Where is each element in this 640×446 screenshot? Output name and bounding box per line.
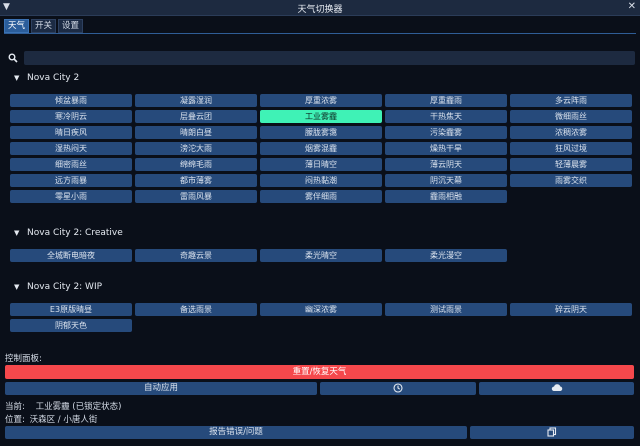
- weather-button[interactable]: 凝露湿润: [135, 94, 257, 107]
- weather-button[interactable]: 雷雨风暴: [135, 190, 257, 203]
- weather-button[interactable]: 细密雨丝: [10, 158, 132, 171]
- copy-button[interactable]: [470, 426, 634, 439]
- weather-button[interactable]: 雾伴细雨: [260, 190, 382, 203]
- group-header-creative[interactable]: ▼ Nova City 2: Creative: [14, 227, 123, 239]
- expand-arrow-icon: ▼: [14, 229, 20, 237]
- weather-button[interactable]: 霾雨相融: [385, 190, 507, 203]
- group-header-wip[interactable]: ▼ Nova City 2: WIP: [14, 281, 102, 293]
- reset-weather-button[interactable]: 重置/恢复天气: [5, 365, 634, 379]
- location-label: 位置:: [5, 415, 25, 425]
- current-label: 当前:: [5, 402, 25, 412]
- weather-button[interactable]: 厚重霾雨: [385, 94, 507, 107]
- auto-apply-button[interactable]: 自动应用: [5, 382, 317, 395]
- location-line: 位置: 沃森区 / 小唐人街: [5, 413, 97, 425]
- weather-grid-wip: E3原版晴昼 备选雨景 幽深浓雾 测试雨景 碎云阴天阴郁天色: [10, 303, 634, 332]
- window-title: 天气切换器: [297, 5, 343, 15]
- weather-button[interactable]: E3原版晴昼: [10, 303, 132, 316]
- weather-button[interactable]: 多云阵雨: [510, 94, 632, 107]
- weather-button[interactable]: 晴朗白昼: [135, 126, 257, 139]
- copy-icon: [547, 426, 557, 437]
- weather-button[interactable]: 厚重浓雾: [260, 94, 382, 107]
- group-title: Nova City 2: Creative: [27, 228, 123, 238]
- group-title: Nova City 2: [27, 73, 80, 83]
- weather-button[interactable]: 狂风过境: [510, 142, 632, 155]
- control-panel-label: 控制面板:: [5, 354, 42, 364]
- weather-button[interactable]: 湿热闷天: [10, 142, 132, 155]
- weather-button[interactable]: 雨雾交织: [510, 174, 632, 187]
- weather-button[interactable]: 烟雾混霾: [260, 142, 382, 155]
- weather-button[interactable]: 晴日疾风: [10, 126, 132, 139]
- weather-button[interactable]: 倾盆暴雨: [10, 94, 132, 107]
- report-bug-button[interactable]: 报告错误/问题: [5, 426, 467, 439]
- weather-button[interactable]: 干热焦天: [385, 110, 507, 123]
- weather-cloud-button[interactable]: [479, 382, 634, 395]
- weather-button[interactable]: 滂沱大雨: [135, 142, 257, 155]
- weather-button[interactable]: 全城断电暗夜: [10, 249, 132, 262]
- expand-arrow-icon: ▼: [14, 74, 20, 82]
- weather-button[interactable]: 零星小雨: [10, 190, 132, 203]
- weather-button[interactable]: 幽深浓雾: [260, 303, 382, 316]
- weather-button[interactable]: 奇趣云景: [135, 249, 257, 262]
- weather-button[interactable]: 闷热黏潮: [260, 174, 382, 187]
- weather-button[interactable]: 微细雨丝: [510, 110, 632, 123]
- weather-button[interactable]: 寒冷阴云: [10, 110, 132, 123]
- weather-grid-nova-city-2: 倾盆暴雨 凝露湿润 厚重浓雾 厚重霾雨 多云阵雨寒冷阴云 层叠云团 工业雾霾 干热焦天 微细雨丝…: [10, 94, 634, 203]
- tab-bar: 天气 开关 设置: [4, 19, 84, 33]
- clock-icon: [393, 382, 403, 393]
- weather-button[interactable]: 浓稠浓雾: [510, 126, 632, 139]
- current-weather-line: 当前: 工业雾霾 (已锁定状态): [5, 400, 121, 412]
- weather-button[interactable]: 测试雨景: [385, 303, 507, 316]
- weather-button[interactable]: 都市薄雾: [135, 174, 257, 187]
- weather-button[interactable]: 工业雾霾: [260, 110, 382, 123]
- weather-button[interactable]: 远方雨暴: [10, 174, 132, 187]
- close-icon[interactable]: ✕: [628, 1, 636, 12]
- weather-button[interactable]: 阴郁天色: [10, 319, 132, 332]
- weather-button[interactable]: 备选雨景: [135, 303, 257, 316]
- tab-settings[interactable]: 设置: [58, 19, 84, 33]
- weather-button[interactable]: 朦胧雾霭: [260, 126, 382, 139]
- time-button[interactable]: [320, 382, 476, 395]
- weather-button[interactable]: 柔光漫空: [385, 249, 507, 262]
- weather-button[interactable]: 柔光晴空: [260, 249, 382, 262]
- window-titlebar[interactable]: ▼ 天气切换器 ✕: [0, 0, 640, 16]
- weather-grid-creative: 全城断电暗夜 奇趣云景 柔光晴空 柔光漫空: [10, 249, 634, 262]
- weather-button[interactable]: 污染霾雾: [385, 126, 507, 139]
- weather-button[interactable]: 绵绵毛雨: [135, 158, 257, 171]
- tab-weather[interactable]: 天气: [4, 19, 30, 33]
- weather-button[interactable]: 薄日晴空: [260, 158, 382, 171]
- weather-button[interactable]: 薄云阴天: [385, 158, 507, 171]
- location-value: 沃森区 / 小唐人街: [29, 415, 98, 425]
- group-title: Nova City 2: WIP: [27, 282, 103, 292]
- expand-arrow-icon: ▼: [14, 283, 20, 291]
- group-header-nova-city-2[interactable]: ▼ Nova City 2: [14, 72, 79, 84]
- cloud-icon: [551, 384, 562, 391]
- weather-button[interactable]: 阴沉天幕: [385, 174, 507, 187]
- weather-button[interactable]: 碎云阴天: [510, 303, 632, 316]
- weather-button[interactable]: 燥热干旱: [385, 142, 507, 155]
- tab-divider: [4, 33, 636, 34]
- weather-button[interactable]: 轻薄晨雾: [510, 158, 632, 171]
- search-icon: [8, 53, 18, 63]
- current-weather-value: 工业雾霾 (已锁定状态): [35, 402, 122, 412]
- weather-button[interactable]: 层叠云团: [135, 110, 257, 123]
- tab-toggles[interactable]: 开关: [31, 19, 57, 33]
- search-input[interactable]: [24, 51, 635, 65]
